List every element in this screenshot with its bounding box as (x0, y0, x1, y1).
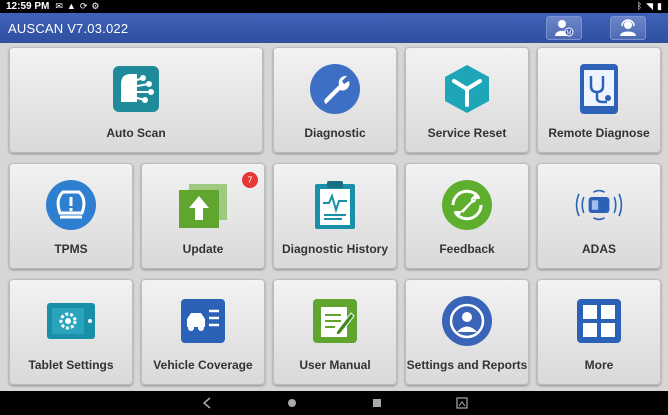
status-time: 12:59 PM (6, 1, 50, 12)
tile-label: Feedback (439, 242, 495, 256)
tile-diagnostic-history[interactable]: Diagnostic History (273, 163, 397, 269)
tile-label: User Manual (299, 358, 371, 372)
app-header: AUSCAN V7.03.022 M (0, 13, 668, 43)
back-icon (202, 397, 211, 409)
clipboard-icon (307, 178, 363, 232)
tile-user-manual[interactable]: User Manual (273, 279, 397, 385)
update-icon (175, 178, 231, 232)
home-button[interactable] (285, 396, 299, 410)
tile-label: Diagnostic (304, 126, 366, 140)
tile-label: Tablet Settings (28, 358, 114, 372)
navigation-bar (0, 391, 668, 415)
grid-icon (571, 294, 627, 348)
sync-icon: ⟳ (79, 1, 88, 11)
app-title: AUSCAN V7.03.022 (8, 20, 129, 36)
warning-icon: ▲ (66, 1, 76, 11)
tile-label: Vehicle Coverage (153, 358, 253, 372)
tile-vehicle-coverage[interactable]: Vehicle Coverage (141, 279, 265, 385)
tile-adas[interactable]: ADAS (537, 163, 661, 269)
tile-label: Update (182, 242, 224, 256)
tile-update[interactable]: 7 Update (141, 163, 265, 269)
support-button[interactable] (610, 16, 646, 40)
mail-icon: ✉ (55, 1, 63, 11)
screenshot-icon (456, 397, 468, 409)
tile-remote-diagnose[interactable]: Remote Diagnose (537, 47, 661, 153)
adas-icon (571, 178, 627, 232)
main-grid: Auto Scan Diagnostic Service Reset Remot… (0, 43, 668, 391)
tile-label: Service Reset (427, 126, 507, 140)
feedback-icon (439, 178, 495, 232)
tile-label: More (584, 358, 614, 372)
svg-text:M: M (567, 31, 572, 37)
wrench-icon (307, 62, 363, 116)
vehicle-coverage-icon (175, 294, 231, 348)
tablet-settings-icon (43, 294, 99, 348)
recents-button[interactable] (370, 396, 384, 410)
tile-settings-and-reports[interactable]: Settings and Reports (405, 279, 529, 385)
remote-diagnose-icon (571, 62, 627, 116)
bluetooth-icon: ᛒ (636, 1, 643, 11)
tile-label: Remote Diagnose (548, 126, 650, 140)
tile-label: ADAS (581, 242, 616, 256)
settings-reports-icon (439, 294, 495, 348)
settings-icon: ⚙ (91, 1, 100, 11)
tile-more[interactable]: More (537, 279, 661, 385)
tile-service-reset[interactable]: Service Reset (405, 47, 529, 153)
back-button[interactable] (200, 396, 214, 410)
battery-icon: ▮ (657, 1, 662, 11)
tile-diagnostic[interactable]: Diagnostic (273, 47, 397, 153)
tile-feedback[interactable]: Feedback (405, 163, 529, 269)
status-bar: 12:59 PM ✉ ▲ ⟳ ⚙ ᛒ ◥ ▮ (0, 0, 668, 13)
tile-tpms[interactable]: TPMS (9, 163, 133, 269)
tile-label: TPMS (54, 242, 88, 256)
tile-label: Diagnostic History (281, 242, 389, 256)
service-reset-icon (439, 62, 495, 116)
tile-auto-scan[interactable]: Auto Scan (9, 47, 263, 153)
user-icon: M (555, 20, 574, 37)
user-account-button[interactable]: M (546, 16, 582, 40)
tile-tablet-settings[interactable]: Tablet Settings (9, 279, 133, 385)
user-manual-icon (307, 294, 363, 348)
auto-scan-icon (108, 62, 164, 116)
tile-label: Settings and Reports (406, 358, 528, 372)
screenshot-button[interactable] (455, 396, 469, 410)
recents-icon (373, 399, 381, 407)
headset-user-icon (620, 19, 636, 36)
tpms-icon (43, 178, 99, 232)
tile-label: Auto Scan (106, 126, 166, 140)
wifi-icon: ◥ (646, 1, 654, 11)
home-icon (288, 399, 296, 407)
notification-badge: 7 (242, 172, 258, 188)
